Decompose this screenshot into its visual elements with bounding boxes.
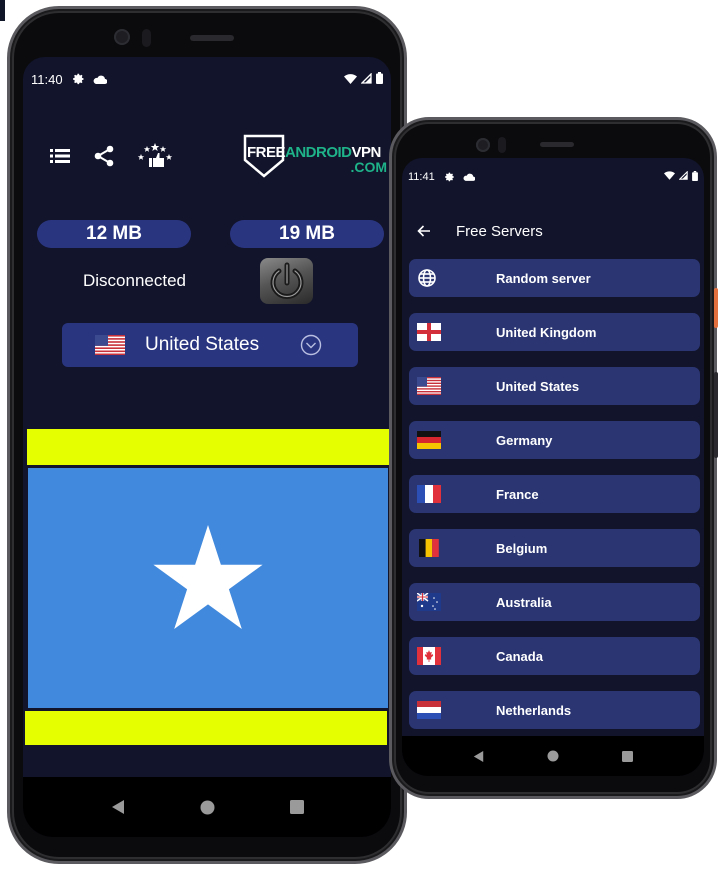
- server-list: Random server United Kingdom United Stat…: [409, 259, 700, 757]
- volume-side-button: [714, 372, 718, 458]
- server-name: Belgium: [496, 540, 548, 556]
- server-name: United Kingdom: [496, 324, 597, 340]
- nav-back-button[interactable]: [111, 799, 125, 815]
- wifi-icon: [344, 72, 357, 87]
- cloud-icon: [93, 75, 107, 84]
- server-name: United States: [496, 378, 580, 394]
- app-bar: Free Servers: [402, 220, 543, 242]
- wifi-icon: [664, 171, 675, 183]
- cloud-icon: [463, 173, 475, 181]
- server-item-belgium[interactable]: Belgium: [409, 529, 700, 567]
- server-item-germany[interactable]: Germany: [409, 421, 700, 459]
- nav-recents-button[interactable]: [289, 800, 304, 814]
- earpiece-speaker: [540, 142, 574, 147]
- canada-flag: [417, 647, 441, 665]
- netherlands-flag: [417, 701, 441, 719]
- server-item-france[interactable]: France: [409, 475, 700, 513]
- australia-flag: [417, 593, 441, 611]
- power-button[interactable]: [260, 258, 313, 304]
- status-bar: 11:41: [402, 168, 704, 186]
- banner-stripe-bottom: [25, 711, 387, 745]
- logo-free: FREE: [247, 144, 286, 161]
- nav-home-button[interactable]: [200, 800, 215, 815]
- banner-stripe-top: [27, 429, 389, 465]
- power-side-button: [714, 288, 718, 328]
- arrow-left-icon: [417, 225, 430, 237]
- server-item-australia[interactable]: Australia: [409, 583, 700, 621]
- signal-icon: [678, 170, 688, 183]
- front-camera: [476, 138, 490, 152]
- app-logo: FREEANDROIDVPN .COM: [241, 134, 391, 180]
- share-icon[interactable]: [93, 145, 115, 167]
- signal-icon: [360, 71, 372, 87]
- rate-stars-icon[interactable]: [137, 143, 173, 167]
- server-name: Germany: [496, 432, 553, 448]
- france-flag: [417, 485, 441, 503]
- nav-recents-button[interactable]: [621, 750, 633, 762]
- servers-screen: 11:41 Free Servers Random server United …: [402, 158, 704, 776]
- logo-com: .COM: [350, 159, 387, 175]
- uk-flag: [417, 323, 441, 341]
- sensor: [498, 137, 506, 153]
- server-name: Australia: [496, 594, 552, 610]
- star-icon: [153, 525, 263, 629]
- nav-back-button[interactable]: [473, 750, 484, 763]
- chevron-down-icon: [300, 334, 322, 356]
- earpiece-speaker: [190, 35, 234, 41]
- server-name: Netherlands: [496, 702, 572, 718]
- gear-icon: [72, 73, 85, 85]
- power-icon: [270, 262, 303, 299]
- globe-icon: [418, 269, 436, 287]
- status-bar: 11:40: [23, 69, 391, 89]
- navigation-bar: [402, 736, 704, 776]
- ad-banner[interactable]: [23, 429, 391, 747]
- belgium-flag: [419, 539, 439, 557]
- menu-list-icon[interactable]: [49, 145, 71, 167]
- server-item-us[interactable]: United States: [409, 367, 700, 405]
- page-title: Free Servers: [456, 222, 543, 240]
- front-camera: [114, 29, 130, 45]
- toolbar: [49, 143, 173, 167]
- selected-country-name: United States: [145, 334, 260, 355]
- germany-flag: [417, 431, 441, 449]
- connection-status: Disconnected: [83, 271, 187, 290]
- server-name: France: [496, 486, 539, 502]
- upload-traffic: 19 MB: [230, 220, 384, 248]
- server-item-random[interactable]: Random server: [409, 259, 700, 297]
- server-item-uk[interactable]: United Kingdom: [409, 313, 700, 351]
- battery-icon: [376, 71, 383, 87]
- server-name: Random server: [496, 270, 591, 286]
- battery-icon: [692, 170, 698, 184]
- corner-mark: [0, 0, 5, 21]
- status-time: 11:41: [408, 171, 435, 183]
- us-flag: [95, 335, 125, 355]
- us-flag: [417, 377, 441, 395]
- phone-main: 11:40 FREEANDROIDVPN .COM 12 MB 19 MB Di…: [7, 6, 407, 864]
- gear-icon: [444, 172, 455, 182]
- server-item-canada[interactable]: Canada: [409, 637, 700, 675]
- navigation-bar: [23, 777, 391, 837]
- server-name: Canada: [496, 648, 543, 664]
- country-selector[interactable]: United States: [62, 323, 358, 367]
- back-button[interactable]: [414, 221, 434, 241]
- sensor: [142, 29, 151, 47]
- main-screen: 11:40 FREEANDROIDVPN .COM 12 MB 19 MB Di…: [23, 57, 391, 837]
- download-traffic: 12 MB: [37, 220, 191, 248]
- nav-home-button[interactable]: [547, 750, 559, 762]
- logo-android: ANDROID: [285, 144, 352, 161]
- status-time: 11:40: [31, 71, 63, 87]
- server-item-netherlands[interactable]: Netherlands: [409, 691, 700, 729]
- phone-servers: 11:41 Free Servers Random server United …: [389, 117, 717, 799]
